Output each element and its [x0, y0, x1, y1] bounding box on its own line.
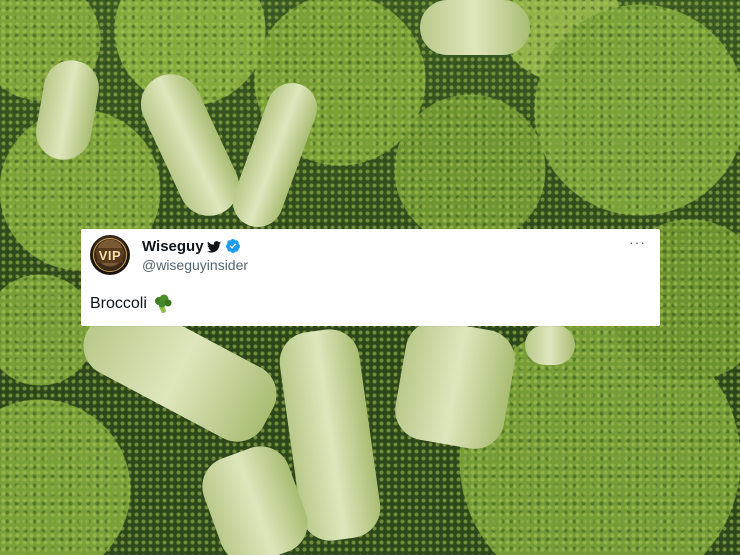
broccoli-stem — [420, 0, 530, 55]
more-options-icon[interactable]: ··· — [629, 235, 646, 249]
author-name-row: Wiseguy — [142, 237, 241, 255]
avatar[interactable]: VIP — [90, 235, 130, 275]
broccoli-stem — [31, 55, 104, 165]
broccoli-stem — [131, 64, 249, 226]
display-name[interactable]: Wiseguy — [142, 238, 204, 255]
broccoli-stem — [225, 75, 325, 235]
tweet-text: Broccoli — [90, 295, 147, 312]
tweet-text-row: Broccoli — [90, 294, 173, 314]
twitter-bird-icon — [206, 240, 221, 253]
broccoli-stem — [525, 325, 575, 365]
tweet-card[interactable]: VIP Wiseguy @wiseguyinsider ··· Broccoli — [81, 229, 660, 326]
broccoli-stem — [390, 316, 520, 454]
broccoli-emoji-icon — [153, 294, 173, 314]
verified-badge-icon — [225, 238, 241, 254]
avatar-label: VIP — [96, 247, 124, 263]
author-handle[interactable]: @wiseguyinsider — [142, 257, 248, 273]
